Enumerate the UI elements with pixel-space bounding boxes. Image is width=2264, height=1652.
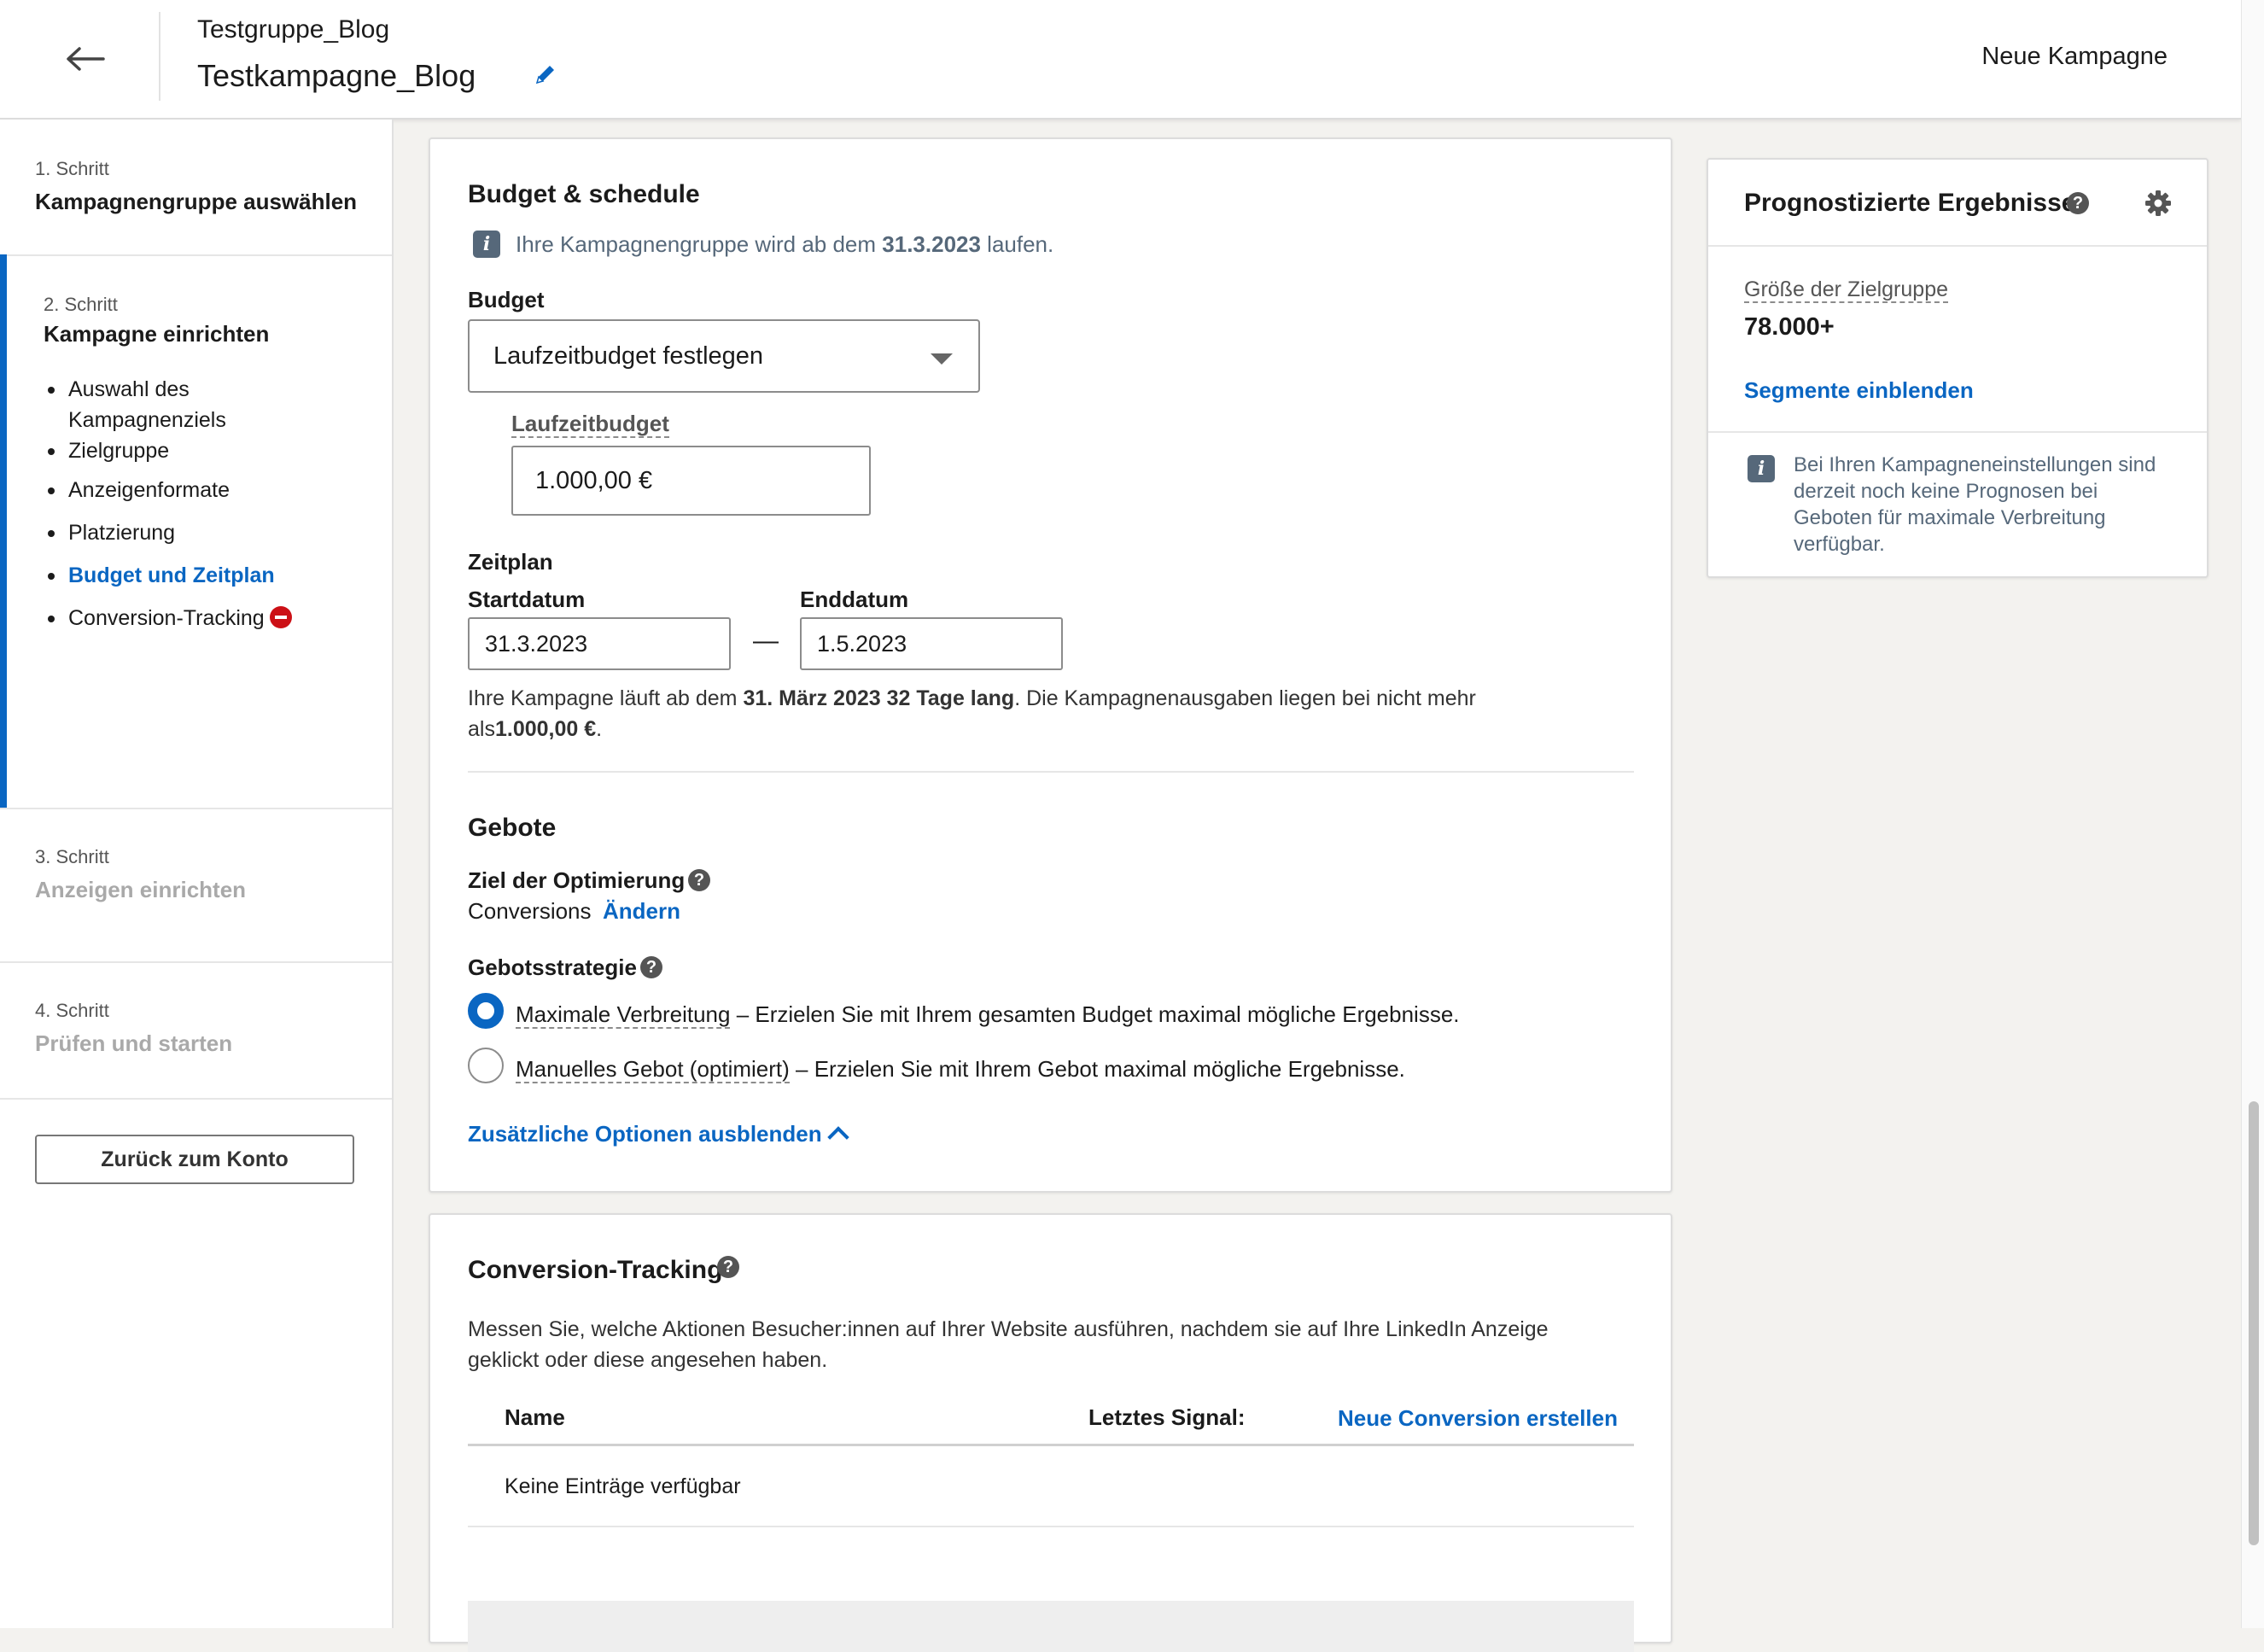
end-date-input[interactable]: 1.5.2023 — [800, 617, 1063, 670]
step-1[interactable]: 1. Schritt Kampagnengruppe auswählen — [0, 120, 392, 256]
table-row-divider — [468, 1526, 1634, 1527]
budget-type-select[interactable]: Laufzeitbudget festlegen — [468, 319, 980, 393]
create-conversion-link[interactable]: Neue Conversion erstellen — [1338, 1405, 1618, 1432]
table-header-divider — [468, 1444, 1634, 1446]
substep-audience[interactable]: Zielgruppe — [46, 435, 292, 466]
page-scrollbar[interactable] — [2241, 0, 2264, 1628]
budget-label: Budget — [468, 287, 545, 312]
lifetime-budget-input[interactable]: 1.000,00 € — [511, 446, 871, 516]
substep-budget-schedule[interactable]: Budget und Zeitplan — [46, 560, 292, 591]
steps-sidebar: 1. Schritt Kampagnengruppe auswählen 2. … — [0, 120, 394, 1628]
substep-ad-formats[interactable]: Anzeigenformate — [46, 475, 292, 505]
active-step-indicator — [0, 254, 7, 808]
panel-divider — [1708, 245, 2207, 247]
substep-label: Anzeigenformate — [68, 478, 230, 502]
substep-label: Conversion-Tracking — [68, 606, 265, 630]
start-date-input[interactable]: 31.3.2023 — [468, 617, 731, 670]
step-3: 3. Schritt Anzeigen einrichten — [0, 808, 392, 963]
gear-icon[interactable] — [2144, 189, 2173, 218]
max-delivery-option[interactable]: Maximale Verbreitung – Erzielen Sie mit … — [516, 1001, 1460, 1029]
substep-label: Zielgruppe — [68, 439, 170, 463]
schedule-label: Zeitplan — [468, 549, 553, 575]
substep-conversion-tracking[interactable]: Conversion-Tracking — [46, 603, 292, 633]
help-icon[interactable]: ? — [640, 956, 662, 978]
pencil-icon[interactable] — [533, 61, 558, 87]
blocked-icon — [269, 606, 292, 628]
step-4-number: 4. Schritt — [35, 1000, 109, 1021]
help-icon[interactable]: ? — [717, 1256, 739, 1278]
substep-list: Auswahl des Kampagnenziels Zielgruppe An… — [46, 374, 292, 633]
manual-bid-radio[interactable] — [468, 1048, 504, 1083]
optimization-goal-label: Ziel der Optimierung — [468, 867, 686, 893]
step-1-number: 1. Schritt — [35, 158, 109, 179]
hide-additional-options-link[interactable]: Zusätzliche Optionen ausblenden — [468, 1121, 849, 1148]
optimization-goal-value: Conversions — [468, 898, 592, 924]
info-icon: i — [473, 231, 500, 258]
show-segments-link[interactable]: Segmente einblenden — [1744, 377, 1974, 404]
new-campaign-label: Neue Kampagne — [1981, 43, 2168, 70]
campaign-group-run-info: Ihre Kampagnengruppe wird ab dem 31.3.20… — [516, 231, 1054, 257]
campaign-group-name: Testgruppe_Blog — [197, 15, 390, 44]
lifetime-budget-label: Laufzeitbudget — [511, 411, 669, 438]
step-4-title: Prüfen und starten — [35, 1030, 233, 1056]
panel-divider — [1708, 431, 2207, 433]
conversion-tracking-card: Conversion-Tracking ? Messen Sie, welche… — [429, 1213, 1672, 1652]
help-icon[interactable]: ? — [688, 869, 710, 891]
header-divider — [159, 12, 160, 101]
top-header: Testgruppe_Blog Testkampagne_Blog Neue K… — [0, 0, 2241, 120]
substep-objective[interactable]: Auswahl des Kampagnenziels — [46, 374, 239, 435]
arrow-left-icon — [67, 47, 105, 71]
empty-table-message: Keine Einträge verfügbar — [505, 1474, 741, 1498]
max-delivery-radio[interactable] — [468, 993, 504, 1029]
substep-placement[interactable]: Platzierung — [46, 517, 292, 548]
step-2-title: Kampagne einrichten — [44, 321, 270, 347]
section-divider — [468, 771, 1634, 773]
substep-label: Auswahl des Kampagnenziels — [68, 377, 226, 432]
step-4: 4. Schritt Prüfen und starten — [0, 961, 392, 1100]
audience-size-value: 78.000+ — [1744, 313, 1835, 341]
back-button[interactable] — [51, 26, 120, 92]
substep-label: Platzierung — [68, 521, 176, 545]
schedule-summary: Ihre Kampagne läuft ab dem 31. März 2023… — [468, 686, 1476, 741]
column-last-signal: Letztes Signal: — [1088, 1404, 1246, 1430]
step-2-number: 2. Schritt — [44, 294, 118, 315]
step-3-number: 3. Schritt — [35, 846, 109, 867]
bid-strategy-label: Gebotsstrategie — [468, 954, 637, 980]
campaign-name: Testkampagne_Blog — [197, 58, 476, 93]
start-date-label: Startdatum — [468, 587, 586, 612]
conversion-footer-box — [468, 1601, 1634, 1652]
back-to-account-button[interactable]: Zurück zum Konto — [35, 1135, 354, 1184]
forecast-title: Prognostizierte Ergebnisse — [1744, 189, 2076, 217]
budget-schedule-card: Budget & schedule i Ihre Kampagnengruppe… — [429, 137, 1672, 1193]
manual-bid-option[interactable]: Manuelles Gebot (optimiert) – Erzielen S… — [516, 1056, 1405, 1083]
step-1-title: Kampagnengruppe auswählen — [35, 189, 358, 214]
info-icon: i — [1748, 455, 1775, 482]
conversion-description: Messen Sie, welche Aktionen Besucher:inn… — [468, 1317, 1549, 1372]
end-date-label: Enddatum — [800, 587, 909, 612]
forecast-panel: Prognostizierte Ergebnisse ? Größe der Z… — [1707, 158, 2209, 578]
substep-label: Budget und Zeitplan — [68, 563, 275, 587]
bids-section-title: Gebote — [468, 814, 557, 842]
audience-size-label: Größe der Zielgruppe — [1744, 277, 1949, 303]
budget-type-value: Laufzeitbudget festlegen — [493, 341, 764, 370]
caret-down-icon — [931, 353, 953, 365]
help-icon[interactable]: ? — [2067, 192, 2089, 214]
column-name: Name — [505, 1404, 565, 1430]
step-3-title: Anzeigen einrichten — [35, 877, 247, 902]
scrollbar-thumb[interactable] — [2249, 1101, 2259, 1545]
budget-section-title: Budget & schedule — [468, 180, 700, 208]
chevron-up-icon — [826, 1126, 849, 1148]
conversion-section-title: Conversion-Tracking — [468, 1256, 723, 1284]
change-goal-link[interactable]: Ändern — [603, 898, 680, 925]
date-range-dash: — — [753, 627, 779, 655]
forecast-info-text: Bei Ihren Kampagneneinstellungen sind de… — [1794, 453, 2156, 556]
